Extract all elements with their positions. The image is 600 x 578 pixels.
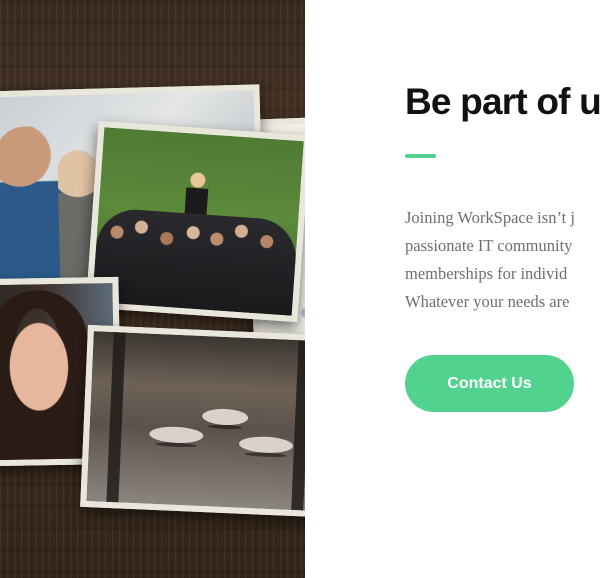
contact-us-button[interactable]: Contact Us bbox=[405, 355, 574, 412]
body-line-3: memberships for individ bbox=[405, 264, 568, 283]
body-line-2: passionate IT community bbox=[405, 236, 573, 255]
accent-divider bbox=[405, 154, 436, 158]
face-shape bbox=[3, 313, 75, 420]
body-line-1: Joining WorkSpace isn’t j bbox=[405, 208, 575, 227]
section-body: Joining WorkSpace isn’t j passionate IT … bbox=[405, 204, 600, 316]
industrial-room-photo bbox=[80, 324, 305, 518]
photo-collage bbox=[0, 0, 305, 578]
section-title: Be part of us bbox=[405, 81, 600, 122]
photo-mark bbox=[300, 306, 305, 319]
body-line-4: Whatever your needs are bbox=[405, 292, 570, 311]
crowd-silhouette bbox=[92, 207, 299, 316]
jumping-person bbox=[184, 171, 210, 219]
hero-content: Be part of us Joining WorkSpace isn’t j … bbox=[405, 0, 600, 578]
